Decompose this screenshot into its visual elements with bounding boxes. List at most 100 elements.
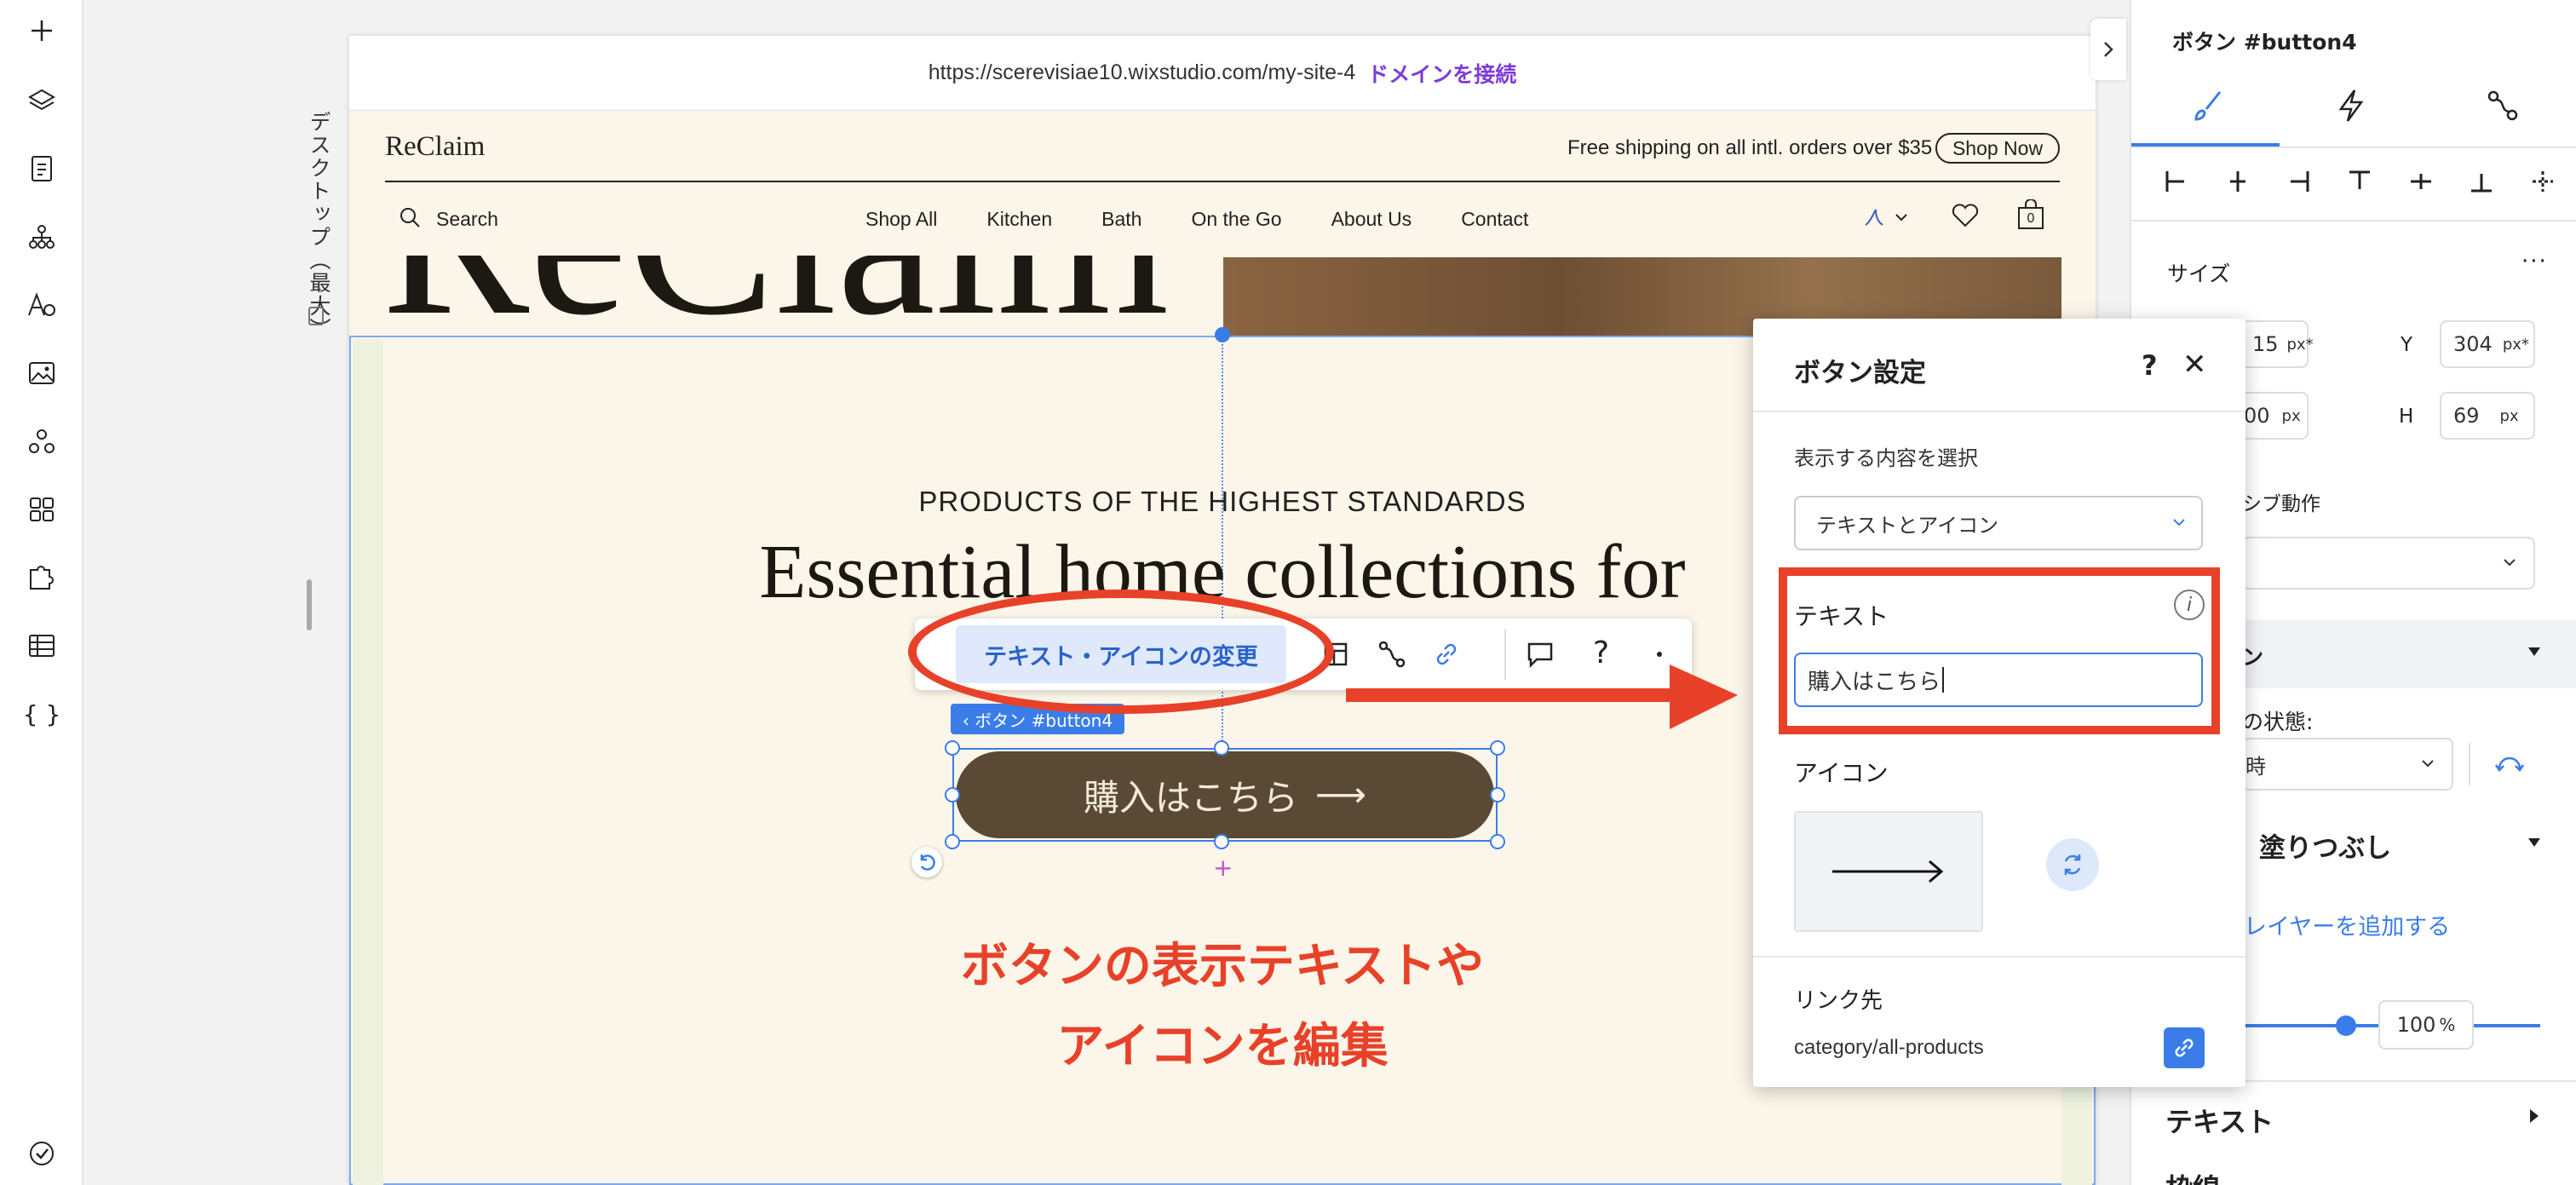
nav-on-the-go[interactable]: On the Go [1191, 208, 1281, 231]
size-label: サイズ [2167, 262, 2231, 286]
resize-handle-tl[interactable] [945, 740, 960, 756]
h-value: 69 [2453, 404, 2480, 428]
align-center-h-icon[interactable] [2225, 169, 2251, 194]
opacity-field[interactable]: 100 % [2378, 1000, 2474, 1050]
info-icon[interactable]: i [2174, 590, 2205, 620]
resize-handle-r[interactable] [1490, 787, 1505, 802]
animation-tab-icon[interactable] [2477, 80, 2528, 131]
site-logo[interactable]: ReClaim [385, 131, 485, 163]
link-value: category/all-products [1794, 1036, 1984, 1059]
add-icon[interactable] [21, 10, 62, 51]
shop-now-button[interactable]: Shop Now [1935, 133, 2060, 164]
distribute-icon[interactable] [2530, 169, 2556, 194]
design-tab-brush-icon[interactable] [2184, 80, 2235, 131]
state-label: の状態: [2242, 710, 2314, 734]
nav-about-us[interactable]: About Us [1331, 208, 1412, 231]
popup-close-icon[interactable]: ✕ [2182, 348, 2207, 382]
nav-kitchen[interactable]: Kitchen [986, 208, 1052, 231]
popup-title: ボタン設定 [1794, 358, 1926, 388]
pages-icon[interactable] [21, 148, 62, 189]
y-unit: px* [2502, 335, 2529, 354]
code-icon[interactable]: { } [21, 693, 62, 734]
hero-title: ReClaim [382, 256, 1169, 341]
search-icon[interactable] [399, 206, 421, 228]
buy-button[interactable]: 購入はこちら ⟶ [956, 751, 1494, 838]
popup-divider [1753, 956, 2245, 958]
account-icon[interactable] [1862, 206, 1910, 228]
resize-handle-l[interactable] [945, 787, 960, 802]
search-label[interactable]: Search [436, 208, 498, 231]
resize-handle-bl[interactable] [945, 834, 960, 849]
h-unit: px [2499, 406, 2519, 425]
layers-icon[interactable] [21, 80, 62, 121]
state-dropdown[interactable]: 時 [2242, 738, 2453, 791]
h-label: H [2399, 406, 2414, 428]
nav-contact[interactable]: Contact [1461, 208, 1528, 231]
device-icon[interactable] [308, 307, 324, 325]
fill-label: 塗りつぶし [2259, 833, 2392, 864]
state-hover-icon[interactable] [2493, 750, 2527, 779]
link-label: リンク先 [1794, 988, 1883, 1014]
tab-divider [2131, 147, 2576, 148]
sitemap-icon[interactable] [21, 216, 62, 257]
cart-icon[interactable]: 0 [2017, 199, 2044, 230]
popup-help-icon[interactable]: ? [2142, 349, 2158, 382]
link-edit-button-icon[interactable] [2164, 1027, 2205, 1068]
state-value: 時 [2245, 754, 2266, 779]
fill-collapse-icon[interactable] [2527, 837, 2542, 848]
align-bottom-icon[interactable] [2469, 169, 2494, 194]
size-more-icon[interactable]: ··· [2521, 249, 2548, 274]
arrow-icon-preview[interactable] [1794, 811, 1983, 932]
y-field[interactable]: 304 px* [2440, 320, 2535, 368]
interactions-tab-bolt-icon[interactable] [2326, 80, 2377, 131]
button-text-value: 購入はこちら [1808, 669, 1941, 695]
align-middle-icon[interactable] [2408, 169, 2434, 194]
widgets-icon[interactable] [21, 489, 62, 530]
align-right-icon[interactable] [2286, 169, 2311, 194]
table-icon[interactable] [21, 625, 62, 666]
align-left-icon[interactable] [2164, 169, 2189, 194]
annotation-line-1: ボタンの表示テキストや [960, 939, 1485, 994]
collapse-panel-chevron-icon[interactable] [2090, 19, 2126, 80]
display-content-label: 表示する内容を選択 [1794, 446, 1978, 470]
header-divider [385, 181, 2060, 182]
main-nav: Shop All Kitchen Bath On the Go About Us… [865, 208, 1528, 231]
resize-handle-b[interactable] [1214, 834, 1229, 849]
site-url[interactable]: https://scerevisiae10.wixstudio.com/my-s… [929, 60, 1356, 85]
connect-domain-link[interactable]: ドメインを接続 [1367, 58, 1516, 89]
buy-button-label: 購入はこちら [1083, 779, 1298, 819]
add-section-plus-icon[interactable]: + [1213, 854, 1233, 882]
checkmark-icon[interactable] [21, 1133, 62, 1174]
border-section-label[interactable]: 枠線 [2165, 1167, 2220, 1185]
rotate-icon[interactable] [911, 847, 942, 877]
responsive-dropdown[interactable] [2242, 537, 2535, 590]
canvas-resize-handle[interactable] [307, 579, 312, 630]
nav-bath[interactable]: Bath [1101, 208, 1141, 231]
resize-handle-t[interactable] [1214, 740, 1229, 756]
x-unit: px* [2286, 335, 2314, 354]
media-icon[interactable] [21, 353, 62, 394]
inspector-title: ボタン #button4 [2172, 30, 2357, 55]
text-section-expand-icon[interactable] [2528, 1107, 2540, 1125]
text-theme-icon[interactable] [21, 285, 62, 325]
align-top-icon[interactable] [2347, 169, 2372, 194]
resize-handle-br[interactable] [1490, 834, 1505, 849]
icon-label: アイコン [1794, 759, 1889, 787]
guide-handle[interactable] [1215, 327, 1230, 342]
opacity-slider-thumb[interactable] [2336, 1015, 2356, 1036]
section-collapse-icon[interactable] [2527, 646, 2542, 658]
replace-icon-button[interactable] [2046, 838, 2099, 891]
cart-count: 0 [2027, 211, 2035, 226]
display-content-dropdown[interactable]: テキストとアイコン [1794, 496, 2203, 550]
h-field[interactable]: 69 px [2440, 392, 2535, 440]
wishlist-heart-icon[interactable] [1951, 203, 1980, 228]
puzzle-icon[interactable] [21, 557, 62, 598]
resize-handle-tr[interactable] [1490, 740, 1505, 756]
button-text-input[interactable]: 購入はこちら [1794, 653, 2203, 707]
nav-shop-all[interactable]: Shop All [865, 208, 937, 231]
add-layer-link[interactable]: レイヤーを追加する [2244, 908, 2450, 941]
text-label: テキスト [1794, 602, 1889, 630]
w-unit: px [2281, 406, 2301, 425]
apps-icon[interactable] [21, 421, 62, 462]
text-section-label[interactable]: テキスト [2165, 1101, 2274, 1140]
